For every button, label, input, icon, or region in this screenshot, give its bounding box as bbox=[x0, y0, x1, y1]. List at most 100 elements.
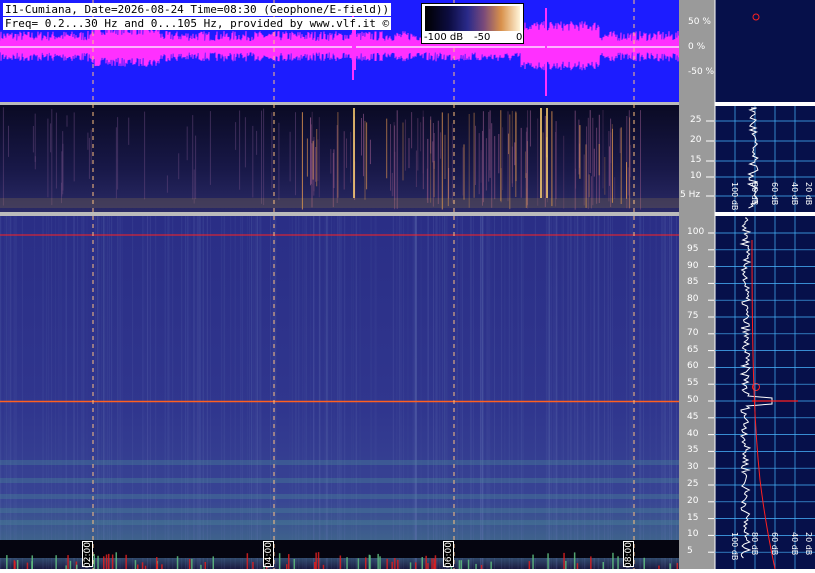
spectrogram-streak bbox=[337, 216, 339, 569]
ground-noise bbox=[425, 555, 427, 569]
spectrogram-streak bbox=[0, 216, 2, 569]
ground-noise bbox=[676, 562, 679, 569]
ground-noise bbox=[55, 555, 57, 569]
low-freq-burst bbox=[627, 167, 629, 196]
spectrogram-streak bbox=[598, 216, 600, 569]
spectrogram-streak bbox=[105, 216, 107, 569]
spectrogram-streak bbox=[58, 216, 60, 569]
low-freq-burst bbox=[289, 131, 291, 182]
spectrogram-streak bbox=[511, 216, 513, 569]
dark-band bbox=[0, 540, 679, 558]
ground-noise bbox=[528, 561, 531, 569]
low-freq-burst bbox=[462, 147, 464, 196]
ground-noise bbox=[490, 561, 492, 569]
low-freq-burst bbox=[509, 114, 511, 210]
low-freq-burst bbox=[488, 112, 490, 182]
ground-noise bbox=[617, 556, 619, 569]
low-freq-burst bbox=[386, 118, 388, 179]
spectrogram-streak bbox=[48, 216, 50, 569]
spectrogram-streak bbox=[370, 216, 372, 569]
ground-noise bbox=[602, 562, 604, 569]
low-freq-burst bbox=[117, 117, 119, 190]
ground-noise bbox=[415, 562, 417, 569]
spectrogram-streak bbox=[240, 216, 241, 569]
low-freq-burst bbox=[482, 111, 484, 203]
spectrogram-streak bbox=[13, 216, 15, 569]
ground-noise bbox=[288, 554, 290, 569]
spectrogram-streak bbox=[413, 216, 415, 569]
low-freq-burst bbox=[480, 150, 482, 183]
time-label-text: 02:00 bbox=[83, 542, 93, 568]
profile-db-label: 40 dB bbox=[790, 532, 799, 556]
ground-noise bbox=[137, 564, 139, 569]
ground-noise bbox=[339, 555, 342, 569]
low-freq-burst bbox=[478, 133, 480, 195]
spectrum-profile-panel bbox=[715, 0, 815, 569]
color-scale-legend: -100 dB -50 0 bbox=[421, 3, 524, 44]
spectrogram-streak bbox=[420, 216, 422, 569]
ground-noise bbox=[134, 560, 137, 569]
low-freq-burst bbox=[563, 135, 565, 209]
spectrogram-streak bbox=[270, 216, 271, 569]
spectrogram-streak bbox=[55, 216, 56, 569]
low-freq-burst bbox=[313, 136, 315, 192]
spectrogram-streak bbox=[194, 216, 196, 569]
spectrogram-streak bbox=[83, 216, 85, 569]
spectrogram-streak bbox=[352, 216, 354, 569]
spectrogram-streak bbox=[15, 216, 17, 569]
low-freq-burst bbox=[317, 139, 319, 181]
ground-noise bbox=[322, 564, 325, 569]
spectrogram-streak bbox=[42, 216, 44, 569]
low-freq-burst bbox=[604, 157, 606, 195]
spectrogram-streak bbox=[604, 216, 606, 569]
low-freq-burst bbox=[614, 177, 616, 200]
high-freq-axis-label: 65 bbox=[687, 344, 699, 355]
spectrogram-streak bbox=[486, 216, 488, 569]
spectrogram-streak bbox=[562, 216, 564, 569]
ground-noise bbox=[252, 561, 254, 569]
low-freq-axis-label: 10 bbox=[690, 171, 702, 181]
low-freq-burst bbox=[34, 113, 36, 162]
high-freq-axis-label: 70 bbox=[687, 327, 699, 338]
spectrogram-streak bbox=[221, 216, 223, 569]
ground-noise bbox=[293, 558, 295, 569]
spectrogram-streak bbox=[608, 216, 610, 569]
spectrogram-streak bbox=[289, 216, 291, 569]
ground-noise bbox=[576, 563, 579, 569]
ground-noise bbox=[108, 553, 110, 569]
low-freq-burst bbox=[128, 117, 130, 145]
profile-db-label: 100 dB bbox=[730, 532, 739, 561]
spectrogram-streak bbox=[206, 216, 208, 569]
low-freq-burst bbox=[542, 132, 544, 198]
low-freq-burst bbox=[596, 127, 598, 204]
high-freq-axis-label: 50 bbox=[687, 395, 699, 405]
low-freq-burst bbox=[343, 131, 345, 190]
low-freq-axis-label: 25 bbox=[690, 115, 702, 125]
ground-noise bbox=[6, 555, 8, 569]
low-freq-burst bbox=[261, 110, 262, 204]
low-freq-burst bbox=[415, 150, 417, 187]
low-freq-burst bbox=[411, 112, 413, 149]
low-freq-burst bbox=[318, 117, 320, 198]
spectrogram-streak bbox=[398, 216, 400, 569]
ground-noise bbox=[573, 552, 576, 569]
low-freq-burst bbox=[494, 136, 496, 200]
panel-separator bbox=[0, 212, 679, 216]
spectrogram-streak bbox=[77, 216, 79, 569]
spectrogram-streak bbox=[251, 216, 253, 569]
spectrogram-streak bbox=[517, 216, 519, 569]
profile-db-label: 20 dB bbox=[804, 182, 813, 206]
ground-noise bbox=[532, 554, 534, 569]
spectrogram-streak bbox=[567, 216, 569, 569]
ground-noise bbox=[103, 556, 105, 569]
spectrogram-streak bbox=[581, 216, 583, 569]
spectrogram-streak bbox=[51, 216, 53, 569]
low-freq-burst bbox=[310, 117, 311, 186]
low-freq-burst bbox=[586, 126, 587, 200]
low-freq-burst bbox=[271, 112, 273, 191]
low-freq-burst bbox=[619, 128, 621, 154]
spectrogram-streak bbox=[326, 216, 328, 569]
spectrogram-streak bbox=[147, 216, 149, 569]
spectrogram-streak bbox=[167, 216, 169, 569]
time-label-text: 04:00 bbox=[264, 542, 274, 568]
